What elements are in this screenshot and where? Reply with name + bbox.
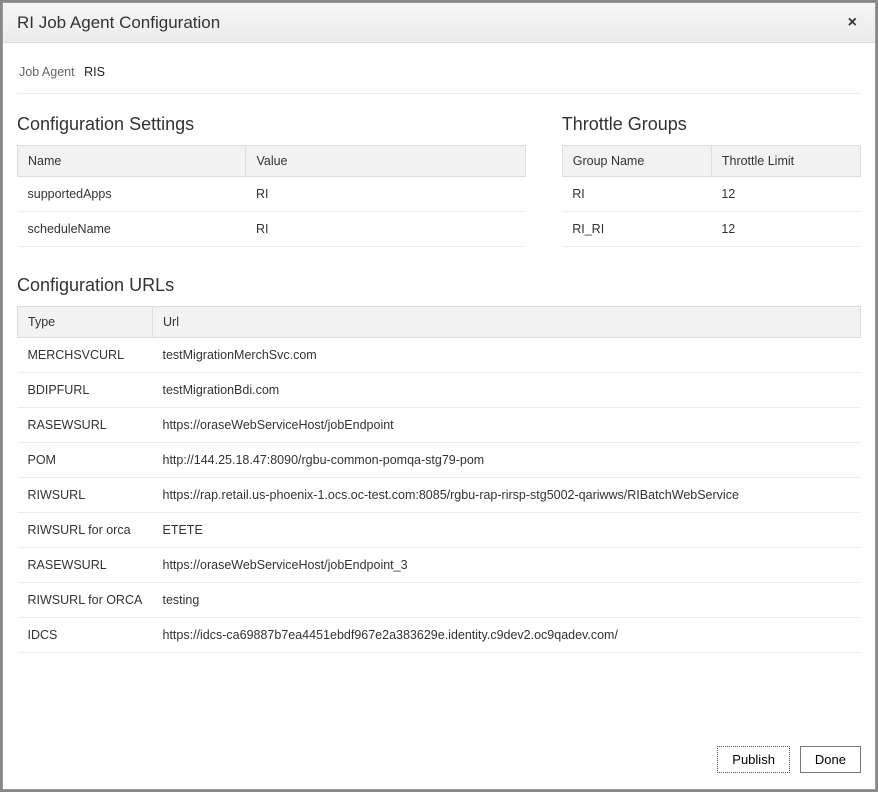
cell-type: POM [18,443,153,478]
dialog: RI Job Agent Configuration × Job Agent R… [2,2,876,790]
table-row: RI_RI 12 [562,212,860,247]
col-header-type: Type [18,307,153,338]
col-header-group-name: Group Name [562,146,711,177]
cell-url: ETETE [153,513,861,548]
cell-type: BDIPFURL [18,373,153,408]
config-urls-title: Configuration URLs [17,275,861,296]
cell-throttle-limit: 12 [711,212,860,247]
table-row: RASEWSURL https://oraseWebServiceHost/jo… [18,548,861,583]
throttle-groups-section: Throttle Groups Group Name Throttle Limi… [562,114,861,247]
cell-url: https://idcs-ca69887b7ea4451ebdf967e2a38… [153,618,861,653]
cell-group-name: RI [562,177,711,212]
throttle-groups-title: Throttle Groups [562,114,861,135]
config-urls-table: Type Url MERCHSVCURL testMigrationMerchS… [17,306,861,653]
table-row: supportedApps RI [18,177,526,212]
cell-url: https://oraseWebServiceHost/jobEndpoint [153,408,861,443]
col-header-throttle-limit: Throttle Limit [711,146,860,177]
cell-value: RI [246,212,525,247]
done-button[interactable]: Done [800,746,861,773]
col-header-name: Name [18,146,246,177]
throttle-groups-table: Group Name Throttle Limit RI 12 RI_RI 12 [562,145,861,247]
cell-type: RIWSURL for orca [18,513,153,548]
cell-url: https://rap.retail.us-phoenix-1.ocs.oc-t… [153,478,861,513]
dialog-footer: Publish Done [3,734,875,789]
cell-url: testMigrationMerchSvc.com [153,338,861,373]
dialog-header: RI Job Agent Configuration × [3,3,875,43]
config-urls-section: Configuration URLs Type Url MERCHSVCURL … [17,275,861,653]
table-row: RASEWSURL https://oraseWebServiceHost/jo… [18,408,861,443]
table-row: RI 12 [562,177,860,212]
cell-type: RASEWSURL [18,408,153,443]
job-agent-label: Job Agent [19,65,75,79]
col-header-url: Url [153,307,861,338]
cell-name: supportedApps [18,177,246,212]
config-settings-table: Name Value supportedApps RI scheduleName… [17,145,526,247]
cell-url: testMigrationBdi.com [153,373,861,408]
cell-url: https://oraseWebServiceHost/jobEndpoint_… [153,548,861,583]
col-header-value: Value [246,146,525,177]
table-row: BDIPFURL testMigrationBdi.com [18,373,861,408]
cell-throttle-limit: 12 [711,177,860,212]
config-settings-title: Configuration Settings [17,114,526,135]
job-agent-row: Job Agent RIS [17,55,861,94]
close-icon[interactable]: × [844,15,861,31]
cell-group-name: RI_RI [562,212,711,247]
cell-name: scheduleName [18,212,246,247]
cell-type: IDCS [18,618,153,653]
config-settings-section: Configuration Settings Name Value suppor… [17,114,526,247]
table-row: RIWSURL https://rap.retail.us-phoenix-1.… [18,478,861,513]
table-row: IDCS https://idcs-ca69887b7ea4451ebdf967… [18,618,861,653]
cell-type: RIWSURL [18,478,153,513]
table-row: POM http://144.25.18.47:8090/rgbu-common… [18,443,861,478]
cell-value: RI [246,177,525,212]
dialog-title: RI Job Agent Configuration [17,13,220,33]
cell-url: testing [153,583,861,618]
table-row: MERCHSVCURL testMigrationMerchSvc.com [18,338,861,373]
cell-url: http://144.25.18.47:8090/rgbu-common-pom… [153,443,861,478]
cell-type: MERCHSVCURL [18,338,153,373]
table-row: RIWSURL for ORCA testing [18,583,861,618]
cell-type: RASEWSURL [18,548,153,583]
table-row: RIWSURL for orca ETETE [18,513,861,548]
job-agent-value: RIS [84,65,105,79]
cell-type: RIWSURL for ORCA [18,583,153,618]
table-row: scheduleName RI [18,212,526,247]
publish-button[interactable]: Publish [717,746,790,773]
dialog-body: Job Agent RIS Configuration Settings Nam… [3,43,875,734]
